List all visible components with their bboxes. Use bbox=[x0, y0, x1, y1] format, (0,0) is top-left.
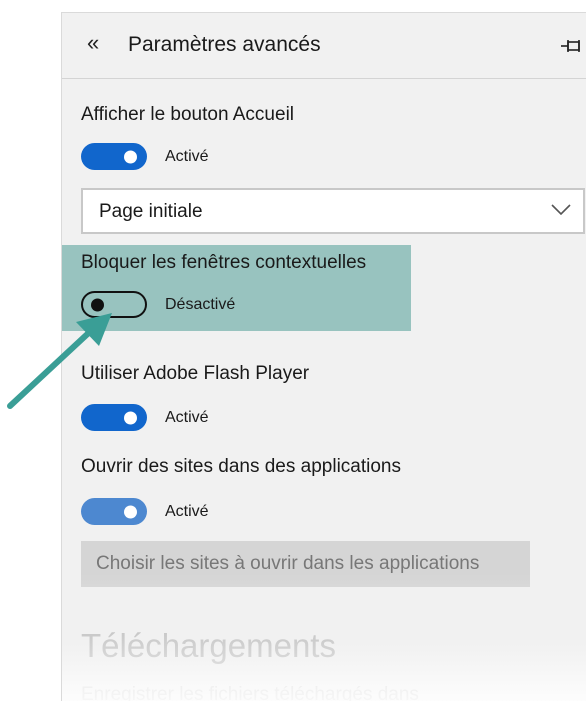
toggle-knob bbox=[124, 150, 137, 163]
home-button-toggle[interactable] bbox=[81, 143, 147, 170]
popup-blocker-label: Bloquer les fenêtres contextuelles bbox=[81, 252, 367, 273]
screenshot-page: « Paramètres avancés Afficher le bouton … bbox=[0, 0, 586, 701]
choose-sites-button[interactable]: Choisir les sites à ouvrir dans les appl… bbox=[81, 541, 530, 587]
pin-icon[interactable] bbox=[559, 37, 585, 55]
panel-header: « Paramètres avancés bbox=[62, 13, 586, 79]
open-in-apps-toggle-state: Activé bbox=[165, 503, 209, 520]
choose-sites-button-label: Choisir les sites à ouvrir dans les appl… bbox=[96, 553, 480, 574]
popup-blocker-toggle[interactable] bbox=[81, 291, 147, 318]
toggle-knob bbox=[124, 505, 137, 518]
downloads-heading: Téléchargements bbox=[81, 627, 336, 664]
home-page-dropdown[interactable]: Page initiale bbox=[81, 188, 585, 234]
dropdown-selected-value: Page initiale bbox=[99, 201, 203, 222]
panel-title: Paramètres avancés bbox=[128, 33, 321, 56]
open-in-apps-label: Ouvrir des sites dans des applications bbox=[81, 456, 401, 477]
toggle-knob bbox=[91, 298, 104, 311]
home-button-toggle-state: Activé bbox=[165, 148, 209, 165]
downloads-save-location-label: Enregistrer les fichiers téléchargés dan… bbox=[81, 684, 419, 701]
open-in-apps-toggle[interactable] bbox=[81, 498, 147, 525]
chevron-down-icon bbox=[551, 204, 571, 216]
popup-blocker-toggle-state: Désactivé bbox=[165, 296, 236, 313]
flash-player-toggle[interactable] bbox=[81, 404, 147, 431]
flash-player-toggle-state: Activé bbox=[165, 409, 209, 426]
advanced-settings-panel: « Paramètres avancés Afficher le bouton … bbox=[61, 12, 586, 701]
toggle-knob bbox=[124, 411, 137, 424]
home-button-label: Afficher le bouton Accueil bbox=[81, 104, 295, 125]
back-chevron-icon[interactable]: « bbox=[87, 32, 99, 54]
flash-player-label: Utiliser Adobe Flash Player bbox=[81, 363, 310, 384]
